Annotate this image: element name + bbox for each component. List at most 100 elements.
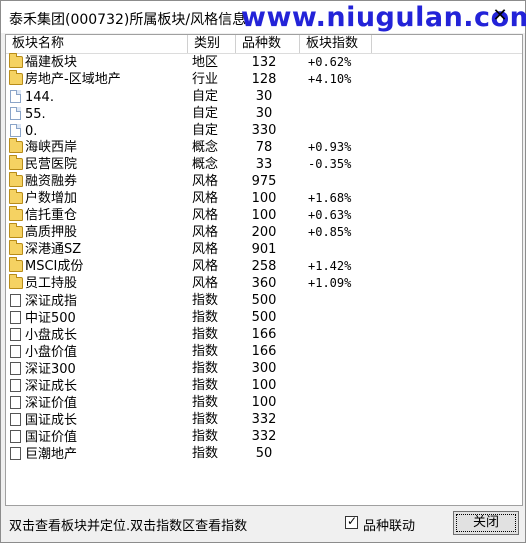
table-row[interactable]: 国证价值 指数 332 [6,428,522,445]
sector-name: 国证价值 [25,430,78,445]
sector-name: 员工持股 [25,276,78,291]
sector-category: 指数 [192,310,219,325]
sector-index: +0.93% [308,140,352,154]
table-row[interactable]: 员工持股 风格 360 +1.09% [6,274,522,292]
sector-index: +0.63% [308,208,352,222]
column-header-category[interactable]: 类别 [188,35,236,53]
folder-icon [9,53,23,68]
table-row[interactable]: 深证价值 指数 100 [6,394,522,411]
folder-icon [9,155,23,170]
sector-name-cell: 房地产-区域地产 [9,70,189,88]
folder-icon [9,138,23,153]
table-row[interactable]: 55. 自定 30 [6,105,522,122]
sector-index: -0.35% [308,157,352,171]
table-row[interactable]: 户数增加 风格 100 +1.68% [6,189,522,207]
table-row[interactable]: 中证500 指数 500 [6,309,522,326]
sector-category: 风格 [192,225,219,240]
folder-icon [9,240,23,255]
title-bar[interactable]: 泰禾集团(000732)所属板块/风格信息 www.niugulan.com ✕ [1,1,526,33]
table-row[interactable]: 房地产-区域地产 行业 128 +4.10% [6,70,522,88]
sector-index [308,173,368,190]
sector-name: 0. [25,124,38,139]
column-header-name[interactable]: 板块名称 [6,35,188,53]
column-header-index[interactable]: 板块指数 [300,35,372,53]
sector-name-cell: 0. [9,122,189,139]
sector-index [308,343,368,360]
list-header: 板块名称 类别 品种数 板块指数 [6,35,522,54]
table-row[interactable]: 融资融券 风格 975 [6,172,522,190]
sector-index [308,105,368,122]
table-row[interactable]: 小盘成长 指数 166 [6,326,522,343]
table-row[interactable]: 巨潮地产 指数 50 [6,445,522,462]
sector-name: 小盘成长 [25,328,78,343]
close-button[interactable]: 关闭 [453,511,519,535]
window-title: 泰禾集团(000732)所属板块/风格信息 [9,12,247,28]
linkage-checkbox[interactable]: ✓ [345,514,358,529]
sector-category: 行业 [192,72,219,87]
sector-name-cell: 国证成长 [9,411,189,428]
doc-icon [10,396,21,409]
sector-index [308,428,368,445]
page-icon [10,107,21,120]
dialog-window: 泰禾集团(000732)所属板块/风格信息 www.niugulan.com ✕… [0,0,526,543]
folder-icon [9,70,23,85]
watermark: www.niugulan.com [241,2,526,33]
sector-count: 332 [251,429,277,444]
sector-category: 风格 [192,242,219,257]
sector-name-cell: 小盘成长 [9,326,189,343]
sector-name-cell: 户数增加 [9,189,189,207]
sector-category: 自定 [192,106,219,121]
check-icon: ✓ [347,514,358,528]
sector-index [308,411,368,428]
sector-count: 500 [251,310,277,325]
linkage-checkbox-label[interactable]: 品种联动 [363,515,415,534]
sector-index: +1.09% [308,276,352,290]
table-row[interactable]: MSCI成份 风格 258 +1.42% [6,257,522,275]
folder-icon [9,206,23,221]
table-row[interactable]: 深港通SZ 风格 901 [6,240,522,258]
table-row[interactable]: 国证成长 指数 332 [6,411,522,428]
doc-icon [10,345,21,358]
sector-count: 166 [251,327,277,342]
table-row[interactable]: 深证300 指数 300 [6,360,522,377]
table-row[interactable]: 深证成指 指数 500 [6,292,522,309]
table-row[interactable]: 信托重仓 风格 100 +0.63% [6,206,522,224]
sector-count: 50 [255,446,273,461]
sector-count: 332 [251,412,277,427]
sector-name: 深证300 [25,362,76,377]
sector-index [308,309,368,326]
table-row[interactable]: 福建板块 地区 132 +0.62% [6,53,522,71]
table-row[interactable]: 144. 自定 30 [6,88,522,105]
table-row[interactable]: 海峡西岸 概念 78 +0.93% [6,138,522,156]
table-row[interactable]: 小盘价值 指数 166 [6,343,522,360]
sector-count: 300 [251,361,277,376]
table-row[interactable]: 0. 自定 330 [6,122,522,139]
sector-name: 深证价值 [25,396,78,411]
sector-category: 指数 [192,412,219,427]
sector-index: +4.10% [308,72,352,86]
sector-list[interactable]: 板块名称 类别 品种数 板块指数 福建板块 地区 132 +0.62% 房地产-区域地产… [5,34,523,506]
sector-category: 指数 [192,429,219,444]
sector-name-cell: 融资融券 [9,172,189,190]
table-row[interactable]: 民营医院 概念 33 -0.35% [6,155,522,173]
column-header-count[interactable]: 品种数 [236,35,300,53]
sector-name-cell: 55. [9,105,189,122]
sector-name: 小盘价值 [25,345,78,360]
list-rows: 福建板块 地区 132 +0.62% 房地产-区域地产 行业 128 +4.10% 144. 自定… [6,53,522,462]
sector-count: 360 [251,276,277,291]
sector-category: 概念 [192,140,219,155]
sector-name-cell: 深证成指 [9,292,189,309]
close-icon[interactable]: ✕ [487,4,513,28]
sector-category: 自定 [192,89,219,104]
sector-category: 概念 [192,157,219,172]
sector-name: 深证成长 [25,379,78,394]
sector-index: +0.85% [308,225,352,239]
table-row[interactable]: 高质押股 风格 200 +0.85% [6,223,522,241]
sector-category: 指数 [192,361,219,376]
sector-category: 地区 [192,55,219,70]
table-row[interactable]: 深证成长 指数 100 [6,377,522,394]
sector-count: 330 [251,123,277,138]
sector-name: 巨潮地产 [25,447,78,462]
sector-name: MSCI成份 [25,259,84,274]
sector-category: 风格 [192,259,219,274]
